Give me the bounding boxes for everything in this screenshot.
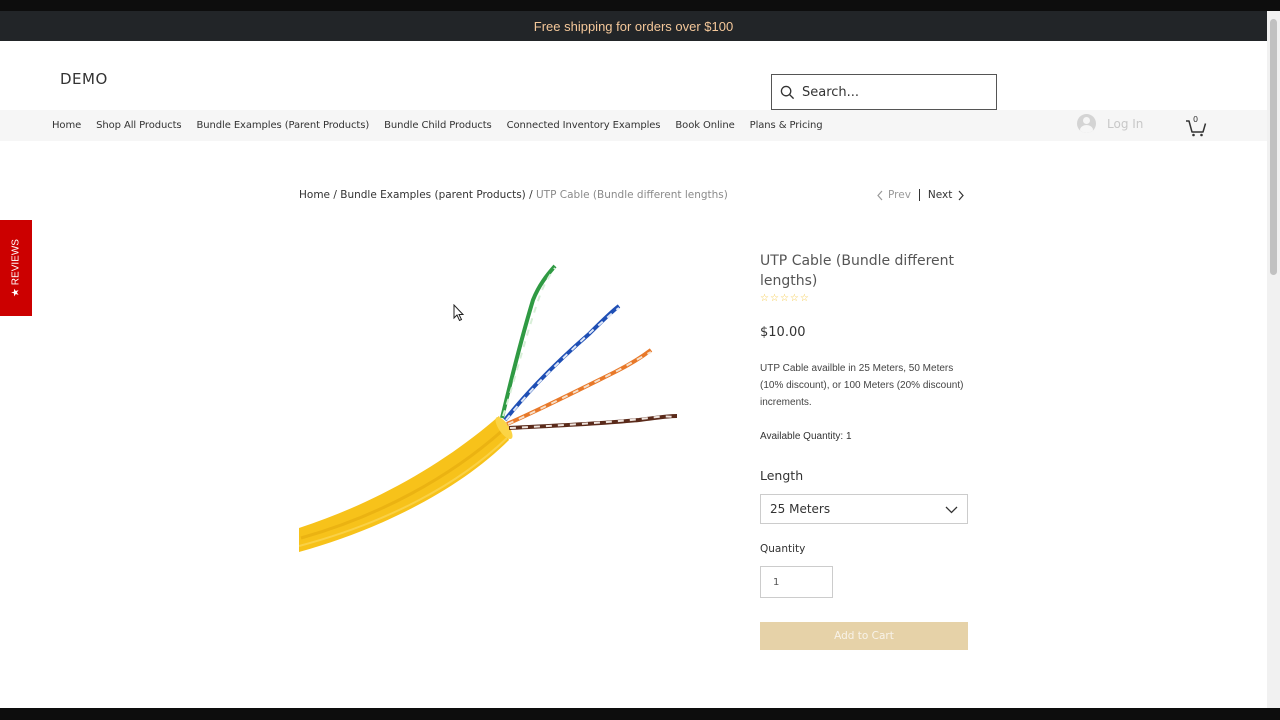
scrollbar-thumb[interactable] (1270, 19, 1277, 275)
product-pager: Prev Next (876, 189, 965, 201)
search-icon (780, 85, 795, 99)
reviews-tab[interactable]: ★ REVIEWS (0, 220, 32, 316)
nav-item-plans-pricing[interactable]: Plans & Pricing (750, 120, 823, 131)
next-button[interactable]: Next (928, 189, 965, 201)
chevron-down-icon (945, 506, 958, 514)
length-label: Length (760, 468, 804, 483)
nav-item-bundle-examples[interactable]: Bundle Examples (Parent Products) (197, 120, 370, 131)
breadcrumb-home[interactable]: Home (299, 189, 330, 201)
star-icon: ☆ (760, 293, 769, 304)
reviews-tab-label: ★ REVIEWS (10, 239, 22, 297)
pager-divider (918, 189, 920, 201)
nav-item-connected-inventory[interactable]: Connected Inventory Examples (507, 120, 661, 131)
breadcrumb-separator: / (525, 189, 536, 201)
product-title: UTP Cable (Bundle different lengths) (760, 253, 954, 289)
star-icon: ☆ (769, 293, 779, 304)
user-avatar-icon (1077, 114, 1096, 133)
product-price: $10.00 (760, 325, 806, 340)
breadcrumb-parent[interactable]: Bundle Examples (parent Products) (340, 189, 526, 201)
cart-count: 0 (1193, 115, 1199, 124)
product-description: UTP Cable availble in 25 Meters, 50 Mete… (760, 363, 964, 408)
chevron-left-icon (877, 190, 883, 200)
nav-item-book-online[interactable]: Book Online (675, 120, 734, 131)
product-image[interactable] (299, 240, 719, 570)
nav-item-shop-all-products[interactable]: Shop All Products (96, 120, 181, 131)
star-icon: ☆ (789, 293, 799, 304)
promo-text: Free shipping for orders over $100 (533, 18, 734, 34)
product-info: UTP Cable (Bundle different lengths) ☆ ☆… (760, 251, 968, 650)
quantity-input[interactable]: 1 (760, 566, 833, 598)
prev-label: Prev (888, 189, 911, 201)
star-icon: ☆ (799, 293, 809, 304)
available-quantity: Available Quantity: 1 (760, 431, 852, 442)
promo-banner: Free shipping for orders over $100 (0, 11, 1267, 41)
quantity-label: Quantity (760, 543, 806, 555)
length-selected-value: 25 Meters (770, 502, 831, 516)
add-to-cart-button[interactable]: Add to Cart (760, 622, 968, 650)
search-input[interactable] (802, 84, 982, 100)
chevron-right-icon (958, 190, 965, 200)
breadcrumb-current: UTP Cable (Bundle different lengths) (536, 189, 728, 201)
site-logo[interactable]: DEMO (60, 70, 108, 88)
window-bottom-strip (0, 708, 1280, 720)
star-icon: ☆ (779, 293, 789, 304)
rating-stars[interactable]: ☆ ☆ ☆ ☆ ☆ (760, 293, 968, 304)
prev-button[interactable]: Prev (876, 189, 911, 201)
breadcrumb: Home / Bundle Examples (parent Products)… (299, 189, 728, 201)
page-scrollbar[interactable] (1267, 11, 1280, 708)
next-label: Next (927, 189, 953, 201)
search-box[interactable] (771, 74, 997, 110)
breadcrumb-separator: / (330, 189, 341, 201)
nav-item-bundle-child-products[interactable]: Bundle Child Products (384, 120, 492, 131)
login-label: Log In (1107, 116, 1144, 131)
nav-item-home[interactable]: Home (52, 120, 81, 131)
window-top-strip (0, 0, 1280, 11)
mouse-cursor-icon (453, 304, 465, 322)
length-select[interactable]: 25 Meters (760, 494, 968, 524)
login-button[interactable]: Log In (1077, 114, 1143, 133)
cart-button[interactable]: 0 (1185, 115, 1207, 137)
